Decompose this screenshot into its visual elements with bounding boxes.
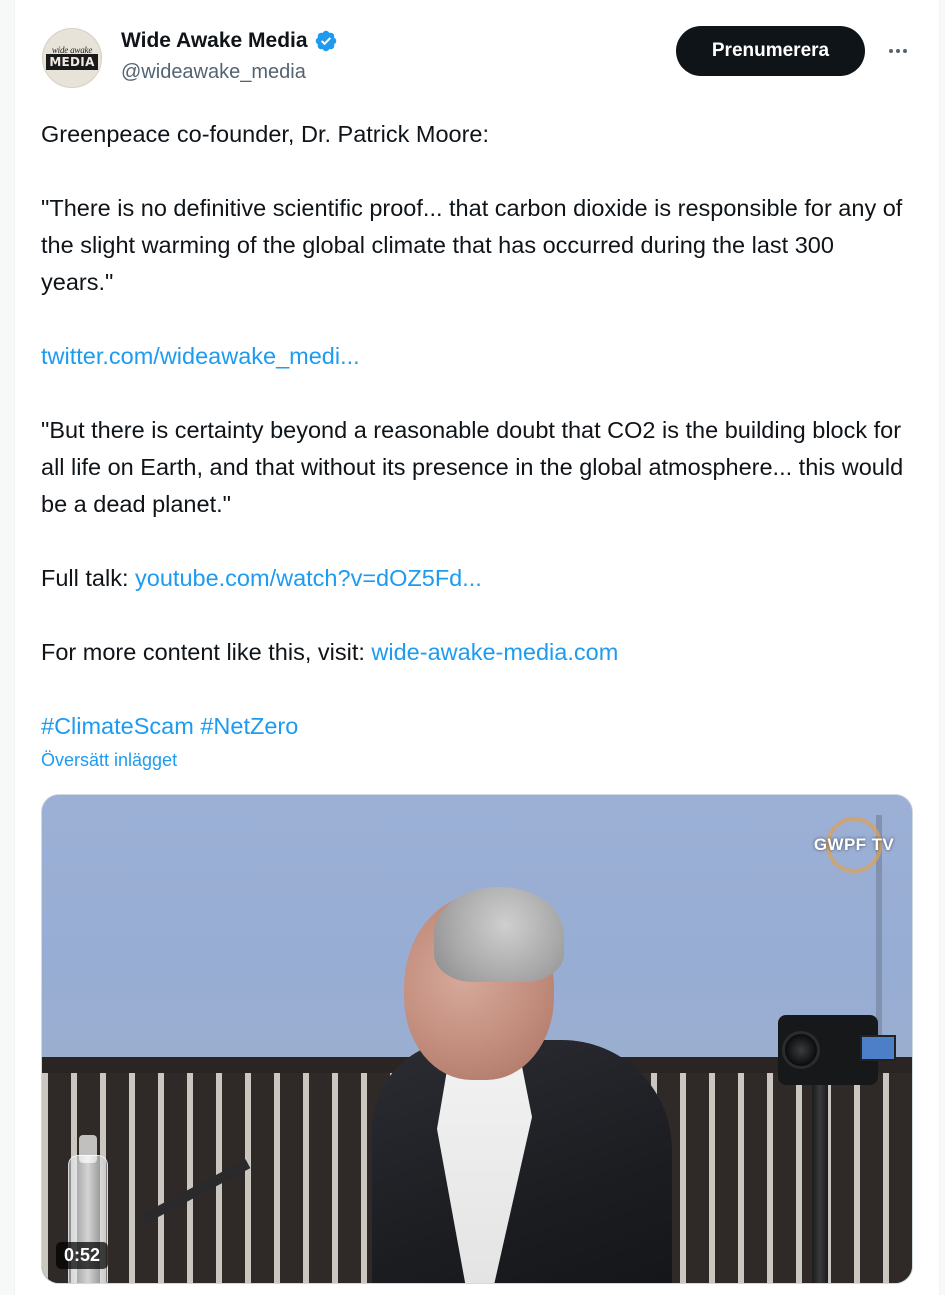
hashtag-netzero[interactable]: #NetZero [200, 713, 298, 739]
full-talk-link[interactable]: youtube.com/watch?v=dOZ5Fd... [135, 565, 482, 591]
tweet-intro: Greenpeace co-founder, Dr. Patrick Moore… [41, 121, 490, 147]
author-handle[interactable]: @wideawake_media [121, 61, 306, 84]
more-options-button[interactable] [881, 34, 915, 68]
author-name[interactable]: Wide Awake Media [121, 29, 308, 53]
tweet-quote-1: "There is no definitive scientific proof… [41, 195, 903, 295]
video-camera [778, 1015, 896, 1085]
translate-post-link[interactable]: Översätt inlägget [41, 750, 177, 771]
full-talk-prefix: Full talk: [41, 565, 136, 591]
video-duration-badge: 0:52 [56, 1242, 109, 1269]
more-content-line: For more content like this, visit: wide-… [41, 634, 911, 671]
tweet-card: wide awake MEDIA Wide Awake Media @widea… [14, 0, 940, 1295]
tweet-quote-2: "But there is certainty beyond a reasona… [41, 417, 904, 517]
avatar-big-text: MEDIA [46, 54, 98, 70]
channel-logo-text: GWPF TV [813, 835, 895, 854]
hashtag-climatescam[interactable]: #ClimateScam [41, 713, 194, 739]
subscribe-button[interactable]: Prenumerera [676, 26, 865, 76]
more-content-link[interactable]: wide-awake-media.com [371, 639, 618, 665]
more-content-prefix: For more content like this, visit: [41, 639, 372, 665]
video-player[interactable]: GWPF TV 0:52 [41, 794, 913, 1284]
full-talk-line: Full talk: youtube.com/watch?v=dOZ5Fd... [41, 560, 911, 597]
more-horizontal-icon [889, 49, 893, 53]
author-name-row: Wide Awake Media [121, 29, 338, 53]
channel-logo: GWPF TV [812, 817, 896, 873]
hashtags-line: #ClimateScam #NetZero [41, 708, 911, 745]
verified-badge-icon [315, 30, 336, 52]
author-avatar[interactable]: wide awake MEDIA [42, 28, 102, 88]
speaker-hair [434, 887, 564, 982]
tweet-link-1[interactable]: twitter.com/wideawake_medi... [41, 338, 911, 375]
camera-tripod [812, 1085, 828, 1283]
